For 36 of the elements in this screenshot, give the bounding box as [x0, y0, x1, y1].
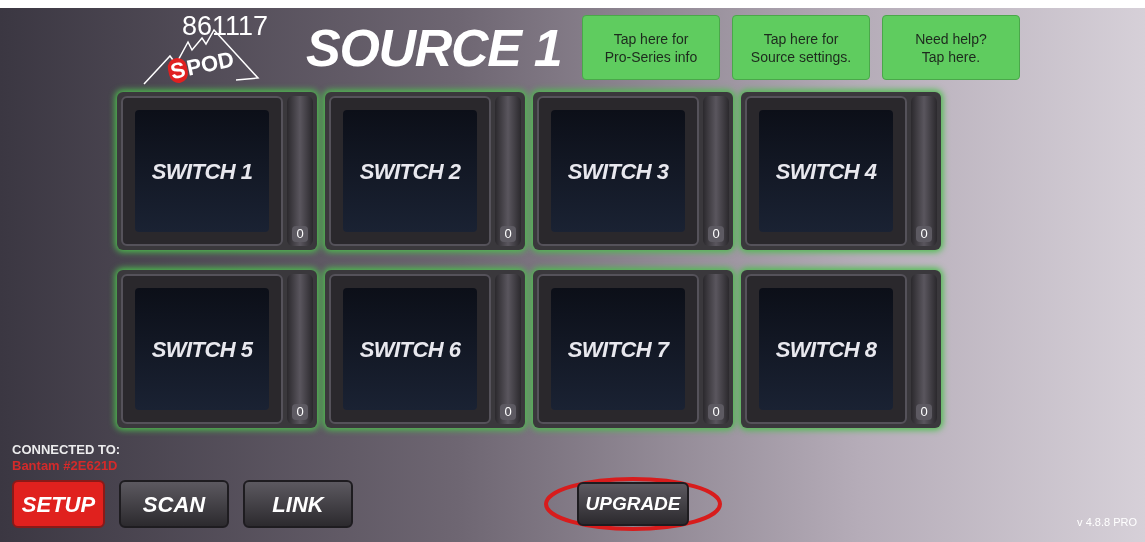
info-button[interactable]: Tap here for Source settings.: [732, 15, 870, 80]
switch-button[interactable]: SWITCH 5: [121, 274, 283, 424]
slider-track[interactable]: 0: [703, 96, 729, 246]
counter-label: 0: [708, 404, 724, 420]
counter-label: 0: [292, 404, 308, 420]
slider-track[interactable]: 0: [287, 274, 313, 424]
slider-track[interactable]: 0: [911, 96, 937, 246]
connection-label: CONNECTED TO:: [12, 442, 122, 458]
counter-label: 0: [916, 404, 932, 420]
nav-button[interactable]: LINK: [243, 480, 353, 528]
info-button[interactable]: Need help? Tap here.: [882, 15, 1020, 80]
overlay-number: 861117: [182, 12, 269, 40]
slider-track[interactable]: 0: [911, 274, 937, 424]
switch-button[interactable]: SWITCH 6: [329, 274, 491, 424]
slider-track[interactable]: 0: [287, 96, 313, 246]
counter-label: 0: [708, 226, 724, 242]
switch-button[interactable]: SWITCH 1: [121, 96, 283, 246]
counter-label: 0: [292, 226, 308, 242]
slider-track[interactable]: 0: [703, 274, 729, 424]
slider-track[interactable]: 0: [495, 274, 521, 424]
logo-text: S POD: [166, 47, 237, 85]
counter-label: 0: [500, 404, 516, 420]
nav-button[interactable]: SETUP: [12, 480, 105, 528]
switch-button[interactable]: SWITCH 4: [745, 96, 907, 246]
info-button[interactable]: Tap here for Pro-Series info: [582, 15, 720, 80]
nav-button[interactable]: SCAN: [119, 480, 229, 528]
switch-button[interactable]: SWITCH 7: [537, 274, 699, 424]
counter-label: 0: [916, 226, 932, 242]
counter-label: 0: [500, 226, 516, 242]
page-title: SOURCE 1: [306, 18, 563, 79]
switch-button[interactable]: SWITCH 2: [329, 96, 491, 246]
switch-button[interactable]: SWITCH 8: [745, 274, 907, 424]
switch-button[interactable]: SWITCH 3: [537, 96, 699, 246]
upgrade-button[interactable]: UPGRADE: [577, 482, 689, 526]
slider-track[interactable]: 0: [495, 96, 521, 246]
device-name: Bantam #2E621D: [12, 458, 119, 474]
